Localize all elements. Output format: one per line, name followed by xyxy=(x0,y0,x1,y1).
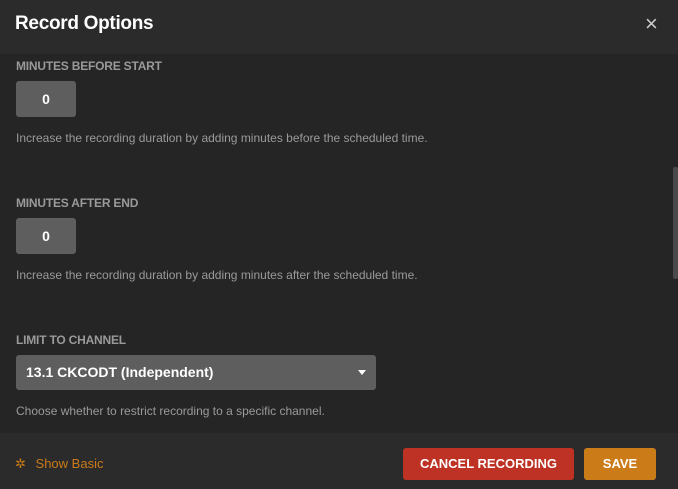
minutes-before-input[interactable]: 0 xyxy=(16,81,76,117)
gear-icon: ✲ xyxy=(15,456,26,471)
show-basic-link[interactable]: ✲ Show Basic xyxy=(15,456,103,472)
scrollbar[interactable] xyxy=(672,54,678,433)
cancel-recording-button[interactable]: CANCEL RECORDING xyxy=(403,448,574,480)
channel-value: 13.1 CKCODT (Independent) xyxy=(26,364,214,380)
dialog-title: Record Options xyxy=(15,13,154,34)
dialog-footer: ✲ Show Basic CANCEL RECORDING SAVE xyxy=(0,433,678,489)
channel-help: Choose whether to restrict recording to … xyxy=(16,404,325,418)
dialog-header: Record Options × xyxy=(0,0,678,54)
channel-select[interactable]: 13.1 CKCODT (Independent) xyxy=(16,355,376,390)
dialog-body: MINUTES BEFORE START 0 Increase the reco… xyxy=(0,54,672,433)
save-button[interactable]: SAVE xyxy=(584,448,656,480)
minutes-after-input[interactable]: 0 xyxy=(16,218,76,254)
close-icon[interactable]: × xyxy=(645,12,658,36)
minutes-after-label: MINUTES AFTER END xyxy=(16,196,139,210)
minutes-before-label: MINUTES BEFORE START xyxy=(16,59,162,73)
show-basic-label: Show Basic xyxy=(35,456,104,471)
minutes-after-help: Increase the recording duration by addin… xyxy=(16,268,418,282)
scrollbar-thumb[interactable] xyxy=(673,167,678,279)
minutes-before-help: Increase the recording duration by addin… xyxy=(16,131,428,145)
caret-down-icon xyxy=(358,370,366,375)
channel-label: LIMIT TO CHANNEL xyxy=(16,333,126,347)
